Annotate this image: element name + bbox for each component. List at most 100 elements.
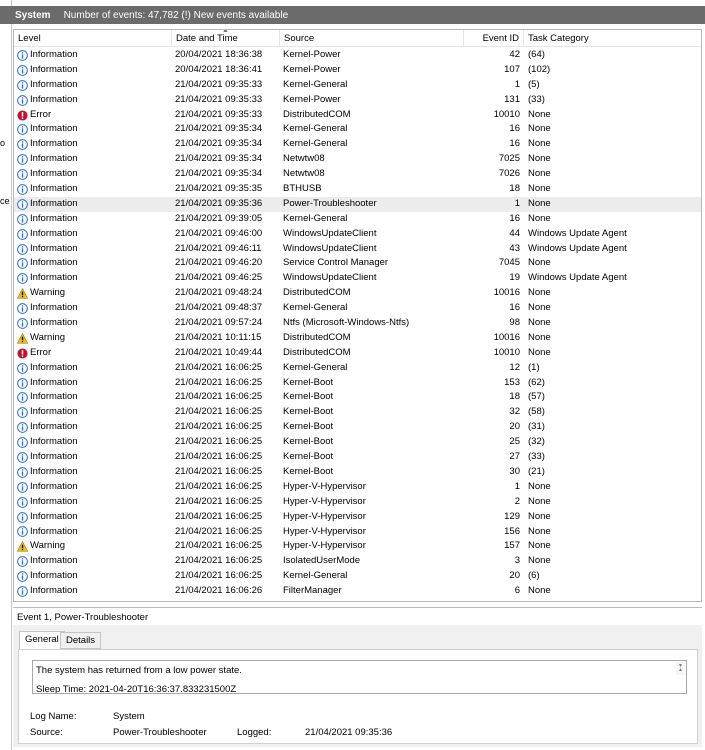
event-row[interactable]: Information 21/04/2021 16:06:25 Hyper-V-Hy… <box>14 495 701 510</box>
level-text: Information <box>30 317 78 329</box>
level-text: Information <box>30 272 78 284</box>
event-row[interactable]: Information 21/04/2021 16:06:25 Kernel-Boo… <box>14 435 701 450</box>
event-row[interactable]: Information 21/04/2021 09:46:25 WindowsUpd… <box>14 271 701 286</box>
info-icon <box>17 154 28 166</box>
event-row[interactable]: Information 21/04/2021 16:06:25 Kernel-Gen… <box>14 569 701 584</box>
event-row[interactable]: Information 21/04/2021 09:46:00 WindowsUpd… <box>14 227 701 242</box>
event-row[interactable]: Information 21/04/2021 09:48:37 Kernel-Gen… <box>14 301 701 316</box>
event-row[interactable]: Information 21/04/2021 16:06:25 Kernel-Boo… <box>14 450 701 465</box>
source-value: Power-Troubleshooter <box>113 727 207 738</box>
event-row[interactable]: Information 21/04/2021 09:35:35 BTHUSB 18 No… <box>14 182 701 197</box>
event-row[interactable]: Information 21/04/2021 16:06:25 Kernel-Boo… <box>14 405 701 420</box>
event-row[interactable]: Information 21/04/2021 16:06:25 Hyper-V-Hy… <box>14 525 701 540</box>
source-cell: Hyper-V-Hypervisor <box>283 540 366 552</box>
level-text: Information <box>30 436 78 448</box>
event-row[interactable]: Information 21/04/2021 16:06:25 Hyper-V-Hy… <box>14 510 701 525</box>
event-id-cell: 1 <box>514 197 520 209</box>
log-name-label: Log Name: <box>30 711 77 722</box>
event-row[interactable]: Error 21/04/2021 09:35:33 DistributedCOM 10… <box>14 108 701 123</box>
event-message-box[interactable]: The system has returned from a low power… <box>32 660 687 694</box>
level-cell: Warning <box>17 331 172 346</box>
event-row[interactable]: Information 21/04/2021 09:35:33 Kernel-Pow… <box>14 93 701 108</box>
event-row[interactable]: Information 20/04/2021 18:36:38 Kernel-Pow… <box>14 48 701 63</box>
level-text: Information <box>30 49 78 60</box>
event-row[interactable]: Information 21/04/2021 09:35:34 Kernel-Gen… <box>14 137 701 152</box>
source-cell: DistributedCOM <box>283 331 351 343</box>
task-category-cell: None <box>528 138 551 150</box>
event-row[interactable]: Information 21/04/2021 16:06:25 Kernel-Gen… <box>14 361 701 376</box>
event-row[interactable]: Warning 21/04/2021 09:48:24 DistributedCOM… <box>14 286 701 301</box>
task-category-cell: (57) <box>528 391 545 403</box>
source-cell: Hyper-V-Hypervisor <box>283 480 366 492</box>
level-cell: Information <box>17 48 172 63</box>
level-text: Information <box>30 197 78 209</box>
event-row[interactable]: Information 21/04/2021 09:39:05 Kernel-Gen… <box>14 212 701 227</box>
level-cell: Information <box>17 405 172 420</box>
level-text: Warning <box>30 540 66 552</box>
level-text: Warning <box>30 331 66 343</box>
sort-indicator-icon: ▲ <box>222 29 229 34</box>
task-category-cell: (6) <box>528 570 540 582</box>
info-icon <box>17 481 28 493</box>
event-list[interactable]: Level Date and Time ▲ Source Event ID Ta… <box>13 29 702 602</box>
event-row[interactable]: Information 21/04/2021 09:46:20 Service Co… <box>14 256 701 271</box>
source-cell: DistributedCOM <box>283 108 351 120</box>
event-row[interactable]: Information 21/04/2021 09:35:34 Netwtw08 70… <box>14 152 701 167</box>
date-cell: 21/04/2021 16:06:25 <box>175 570 263 582</box>
event-message-line: The system has returned from a low power… <box>36 665 242 676</box>
event-row[interactable]: Information 21/04/2021 16:06:26 FilterMana… <box>14 584 701 599</box>
level-text: Information <box>30 480 78 492</box>
task-category-cell: Windows Update Agent <box>528 242 627 254</box>
task-category-cell: (64) <box>528 49 545 60</box>
event-row[interactable]: Information 21/04/2021 16:06:25 IsolatedUs… <box>14 554 701 569</box>
level-text: Information <box>30 421 78 433</box>
date-cell: 21/04/2021 10:49:44 <box>175 346 263 358</box>
level-cell: Error <box>17 108 172 123</box>
level-cell: Error <box>17 346 172 361</box>
level-cell: Information <box>17 480 172 495</box>
event-id-cell: 43 <box>509 242 520 254</box>
event-row[interactable]: Information 21/04/2021 16:06:25 Kernel-Boo… <box>14 376 701 391</box>
event-row[interactable]: Information 21/04/2021 09:35:34 Kernel-Gen… <box>14 122 701 137</box>
column-header-task-category[interactable]: Task Category <box>524 30 701 47</box>
tab-general[interactable]: General <box>19 631 65 650</box>
date-cell: 21/04/2021 16:06:25 <box>175 525 263 537</box>
event-row[interactable]: Information 21/04/2021 09:35:36 Power-Trou… <box>14 196 701 212</box>
level-text: Information <box>30 93 78 105</box>
event-row[interactable]: Information 21/04/2021 09:46:11 WindowsUpd… <box>14 242 701 257</box>
column-header-source[interactable]: Source <box>280 30 464 47</box>
source-cell: Kernel-Power <box>283 93 341 105</box>
level-cell: Information <box>17 271 172 286</box>
column-header-level[interactable]: Level <box>14 30 172 47</box>
event-id-cell: 10010 <box>493 346 520 358</box>
level-text: Warning <box>30 287 66 299</box>
scroll-down-icon[interactable]: ▼ <box>678 661 683 673</box>
event-row[interactable]: Information 20/04/2021 18:36:41 Kernel-Pow… <box>14 63 701 78</box>
level-cell: Warning <box>17 286 172 301</box>
message-scrollbar[interactable]: ▲ ▼ <box>676 662 685 675</box>
event-row[interactable]: Information 21/04/2021 09:35:33 Kernel-Gen… <box>14 78 701 93</box>
warning-icon <box>17 541 29 552</box>
event-row[interactable]: Information 21/04/2021 16:06:25 Kernel-Boo… <box>14 465 701 480</box>
event-row[interactable]: Information 21/04/2021 16:06:25 Kernel-Boo… <box>14 390 701 405</box>
level-text: Information <box>30 555 78 567</box>
task-category-cell: None <box>528 108 551 120</box>
source-cell: Kernel-General <box>283 212 348 224</box>
date-cell: 21/04/2021 09:35:33 <box>175 108 263 120</box>
info-icon <box>17 184 28 195</box>
column-header-event-id[interactable]: Event ID <box>464 30 524 47</box>
event-row[interactable]: Error 21/04/2021 10:49:44 DistributedCOM 10… <box>14 346 701 361</box>
event-id-cell: 7045 <box>498 257 520 269</box>
event-row[interactable]: Information 21/04/2021 16:06:25 Kernel-Boo… <box>14 420 701 435</box>
level-text: Information <box>30 63 78 75</box>
source-cell: Kernel-Boot <box>283 465 334 477</box>
event-row[interactable]: Information 21/04/2021 09:35:34 Netwtw08 70… <box>14 167 701 182</box>
tab-details[interactable]: Details <box>60 632 102 649</box>
event-row[interactable]: Information 21/04/2021 16:06:25 Hyper-V-Hy… <box>14 480 701 495</box>
level-cell: Information <box>17 584 172 599</box>
event-row[interactable]: Information 21/04/2021 09:57:24 Ntfs (Micr… <box>14 316 701 331</box>
level-text: Information <box>30 212 78 224</box>
event-row[interactable]: Warning 21/04/2021 10:11:15 DistributedCOM… <box>14 331 701 346</box>
event-row[interactable]: Warning 21/04/2021 16:06:25 Hyper-V-Hyperv… <box>14 539 701 554</box>
task-category-cell: None <box>528 257 551 269</box>
